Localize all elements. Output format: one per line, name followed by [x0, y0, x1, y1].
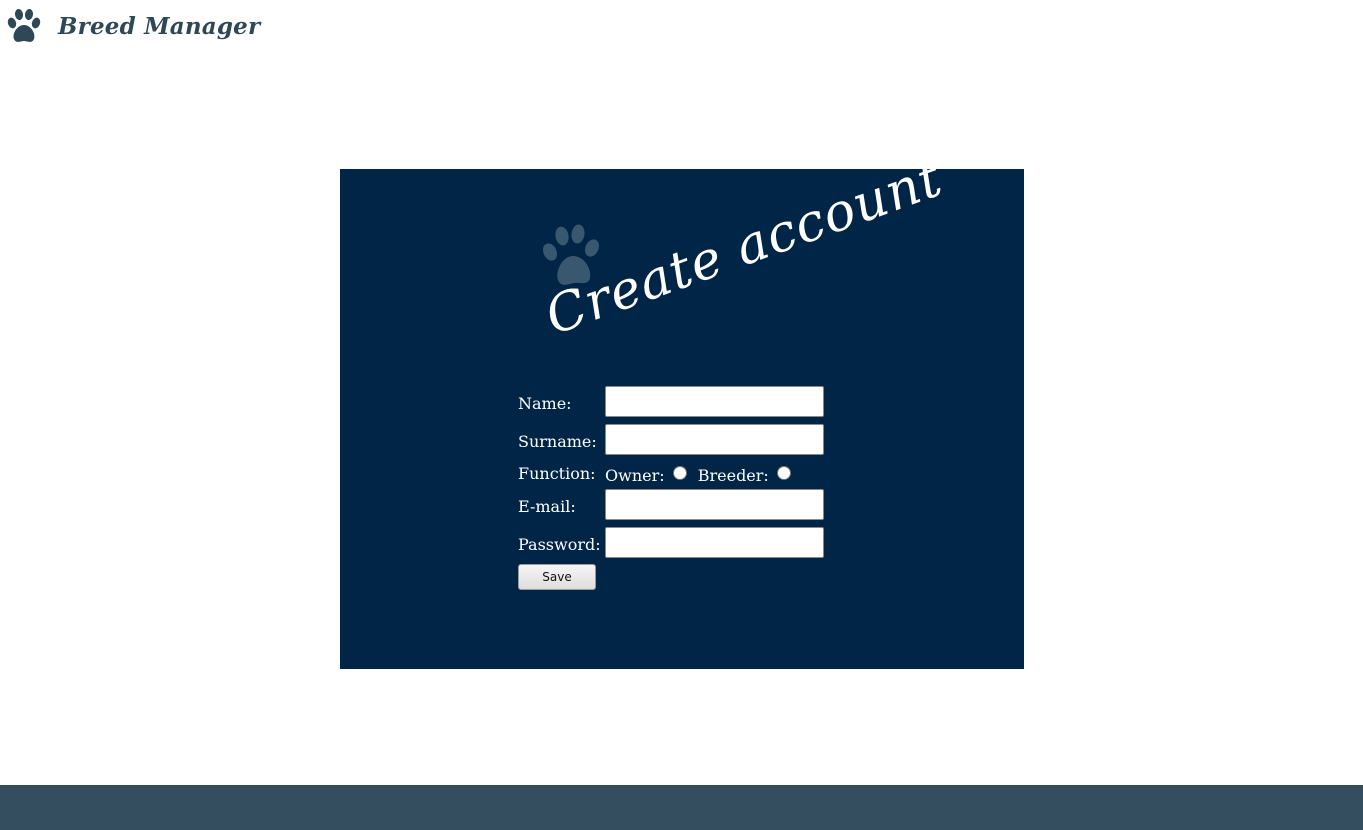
save-button[interactable]: Save — [518, 564, 596, 590]
function-radio-group: Owner: Breeder: — [605, 465, 797, 485]
paw-icon — [7, 9, 41, 42]
email-label: E-mail: — [518, 497, 576, 516]
header: Breed Manager — [0, 0, 1363, 60]
breeder-radio[interactable] — [776, 465, 791, 480]
password-input[interactable] — [605, 527, 824, 558]
footer — [0, 785, 1363, 830]
function-label: Function: — [518, 464, 596, 483]
owner-radio[interactable] — [672, 465, 687, 480]
email-input[interactable] — [605, 489, 824, 520]
brand-name[interactable]: Breed Manager — [58, 13, 260, 40]
surname-label: Surname: — [518, 432, 597, 451]
surname-input[interactable] — [605, 424, 824, 455]
breeder-label: Breeder: — [697, 466, 769, 485]
name-input[interactable] — [605, 386, 824, 417]
name-label: Name: — [518, 394, 572, 413]
create-account-card: Create account Name: Surname: Function: … — [340, 148, 1024, 669]
password-label: Password: — [518, 535, 601, 554]
owner-label: Owner: — [605, 466, 665, 485]
